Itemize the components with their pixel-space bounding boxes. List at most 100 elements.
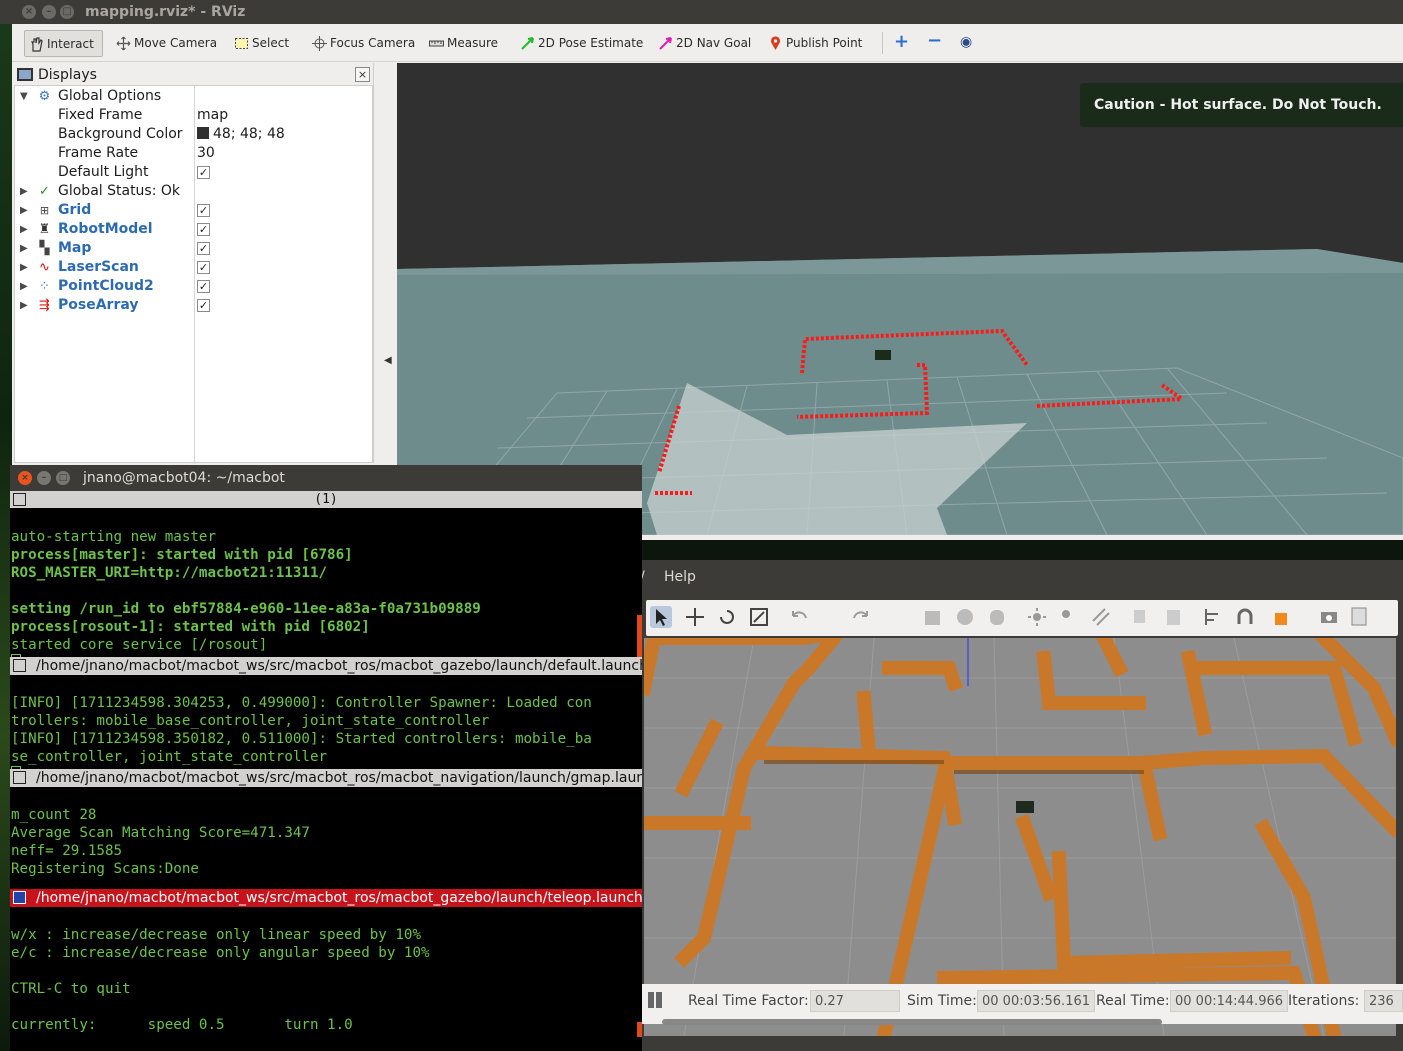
terminal-line: w/x : increase/decrease only linear spee… xyxy=(11,927,421,943)
interact-button[interactable]: Interact xyxy=(24,30,103,57)
pane-teleop-launch[interactable]: w/x : increase/decrease only linear spee… xyxy=(11,908,430,1034)
align-icon[interactable] xyxy=(1202,606,1224,628)
tree-row-map[interactable]: ▶ ▚ Map ✓ xyxy=(15,239,373,258)
pane-header-gmap-launch[interactable]: /home/jnano/macbot/macbot_ws/src/macbot_… xyxy=(10,769,642,787)
maximize-icon[interactable]: □ xyxy=(60,5,74,19)
pane-scrollbar[interactable] xyxy=(637,615,642,660)
scale-icon[interactable] xyxy=(748,606,770,628)
sphere-shape-icon[interactable] xyxy=(954,606,976,628)
robotmodel-checkbox[interactable]: ✓ xyxy=(197,223,210,236)
iterations-value: 236 xyxy=(1364,990,1403,1012)
close-icon[interactable]: × xyxy=(22,5,36,19)
screenshot-icon[interactable] xyxy=(1318,606,1340,628)
menu-help[interactable]: Help xyxy=(664,560,696,594)
sun-light-icon[interactable] xyxy=(1026,606,1048,628)
tree-row-frame-rate[interactable]: Frame Rate 30 xyxy=(15,144,373,163)
minimize-icon[interactable]: – xyxy=(42,5,56,19)
minimize-icon[interactable]: – xyxy=(37,471,51,485)
terminal-line: process[rosout-1]: started with pid [680… xyxy=(11,619,370,635)
real-time-value: 00 00:14:44.966 xyxy=(1170,990,1289,1012)
tree-row-posearray[interactable]: ▶ ⇶ PoseArray ✓ xyxy=(15,296,373,315)
tree-row-fixed-frame[interactable]: Fixed Frame map xyxy=(15,106,373,125)
terminal-line: setting /run_id to ebf57884-e960-11ee-a8… xyxy=(11,601,481,617)
maximize-icon[interactable]: □ xyxy=(56,471,70,485)
tree-row-global-status[interactable]: ▶ ✓ Global Status: Ok xyxy=(15,182,373,201)
select-arrow-icon[interactable] xyxy=(650,606,672,628)
eye-icon[interactable]: ◉ xyxy=(960,34,982,50)
point-light-icon[interactable] xyxy=(1058,606,1080,628)
frame-rate-label: Frame Rate xyxy=(58,145,139,161)
grid-layout-icon xyxy=(13,771,26,784)
expand-right-icon[interactable]: ▶ xyxy=(20,182,28,201)
interact-label: Interact xyxy=(47,37,94,51)
grid-icon: ⊞ xyxy=(39,204,50,217)
magnet-icon[interactable] xyxy=(1234,606,1256,628)
spot-light-icon[interactable] xyxy=(1090,606,1112,628)
pointcloud2-checkbox[interactable]: ✓ xyxy=(197,280,210,293)
rotate-icon[interactable] xyxy=(716,606,738,628)
grid-checkbox[interactable]: ✓ xyxy=(197,204,210,217)
expand-right-icon[interactable]: ▶ xyxy=(20,239,28,258)
default-light-checkbox[interactable]: ✓ xyxy=(197,166,210,179)
tree-row-grid[interactable]: ▶ ⊞ Grid ✓ xyxy=(15,201,373,220)
close-panel-icon[interactable]: × xyxy=(355,67,370,82)
expand-right-icon[interactable]: ▶ xyxy=(20,258,28,277)
grid-layout-icon xyxy=(13,493,26,506)
background-color-value[interactable]: 48; 48; 48 xyxy=(197,125,285,144)
pane-gmap-launch[interactable]: m_count 28 Average Scan Matching Score=4… xyxy=(11,788,310,878)
window-title: mapping.rviz* - RViz xyxy=(85,4,246,20)
expand-right-icon[interactable]: ▶ xyxy=(20,220,28,239)
terminal-line: CTRL-C to quit xyxy=(11,981,131,997)
tree-row-global-options[interactable]: ▼ ⚙ Global Options xyxy=(15,87,373,106)
nav-goal-button[interactable]: 2D Nav Goal xyxy=(654,30,751,57)
translate-icon[interactable] xyxy=(684,606,706,628)
publish-point-button[interactable]: Publish Point xyxy=(764,30,862,57)
expand-right-icon[interactable]: ▶ xyxy=(20,296,28,315)
fixed-frame-value[interactable]: map xyxy=(197,106,228,125)
pause-icon[interactable] xyxy=(648,992,654,1008)
add-tool-icon[interactable]: + xyxy=(894,33,910,51)
expand-down-icon[interactable]: ▼ xyxy=(20,87,28,106)
expand-right-icon[interactable]: ▶ xyxy=(20,201,28,220)
cylinder-shape-icon[interactable] xyxy=(986,606,1008,628)
tree-row-pointcloud2[interactable]: ▶ ⁘ PointCloud2 ✓ xyxy=(15,277,373,296)
pane-header-default-launch[interactable]: /home/jnano/macbot/macbot_ws/src/macbot_… xyxy=(10,657,642,675)
select-button[interactable]: Select xyxy=(230,30,289,57)
map-checkbox[interactable]: ✓ xyxy=(197,242,210,255)
laserscan-checkbox[interactable]: ✓ xyxy=(197,261,210,274)
measure-button[interactable]: Measure xyxy=(425,30,498,57)
log-icon[interactable] xyxy=(1348,606,1370,628)
pane-scrollbar[interactable] xyxy=(637,1022,642,1037)
copy-icon[interactable] xyxy=(1130,606,1152,628)
collapse-panel-icon[interactable]: ◀ xyxy=(384,355,392,366)
paste-icon[interactable] xyxy=(1162,606,1184,628)
terminal-window: × – □ jnano@macbot04: ~/macbot (1) auto-… xyxy=(10,465,642,1051)
tree-row-robotmodel[interactable]: ▶ ♜ RobotModel ✓ xyxy=(15,220,373,239)
posearray-checkbox[interactable]: ✓ xyxy=(197,299,210,312)
frame-rate-value[interactable]: 30 xyxy=(197,144,215,163)
undo-icon[interactable] xyxy=(788,606,810,628)
gazebo-3d-scene[interactable] xyxy=(644,638,1396,1036)
horizontal-scrollbar[interactable] xyxy=(662,1019,1162,1025)
view-angle-icon[interactable] xyxy=(1272,606,1294,628)
pose-array-icon: ⇶ xyxy=(39,298,50,313)
focus-camera-button[interactable]: Focus Camera xyxy=(308,30,415,57)
move-camera-button[interactable]: Move Camera xyxy=(112,30,217,57)
expand-right-icon[interactable]: ▶ xyxy=(20,277,28,296)
close-icon[interactable]: × xyxy=(18,471,32,485)
pane-header-teleop-launch[interactable]: /home/jnano/macbot/macbot_ws/src/macbot_… xyxy=(10,889,642,907)
global-options-label: Global Options xyxy=(58,88,162,104)
pose-estimate-button[interactable]: 2D Pose Estimate xyxy=(516,30,643,57)
terminal-tabbar[interactable]: (1) xyxy=(10,491,642,508)
grid-label: Grid xyxy=(58,202,92,218)
gear-icon: ⚙ xyxy=(38,89,51,104)
terminal-line: auto-starting new master xyxy=(11,529,216,545)
redo-icon[interactable] xyxy=(850,606,872,628)
rviz-window: × – □ mapping.rviz* - RViz Interact Move… xyxy=(0,0,1403,540)
tree-row-background-color[interactable]: Background Color 48; 48; 48 xyxy=(15,125,373,144)
tree-row-laserscan[interactable]: ▶ ∿ LaserScan ✓ xyxy=(15,258,373,277)
remove-tool-icon[interactable]: − xyxy=(927,32,947,50)
pane-master[interactable]: auto-starting new master process[master]… xyxy=(11,510,481,673)
box-shape-icon[interactable] xyxy=(922,606,944,628)
tree-row-default-light[interactable]: Default Light ✓ xyxy=(15,163,373,182)
